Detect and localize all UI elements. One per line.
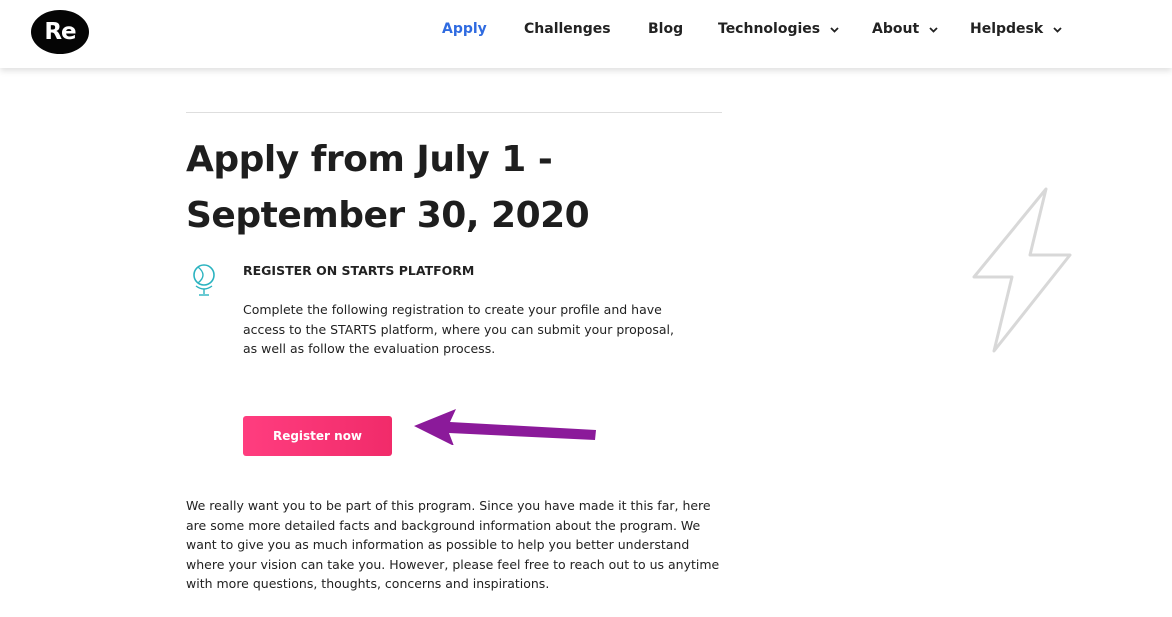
top-navbar: Re Apply Challenges Blog Technologies Ab…: [0, 0, 1172, 68]
nav-about[interactable]: About: [872, 21, 938, 41]
nav-apply[interactable]: Apply: [442, 21, 487, 41]
lightning-bolt-icon: [972, 187, 1072, 353]
section-divider: [186, 112, 722, 113]
title-line-1: Apply from July 1 -: [186, 139, 553, 180]
globe-icon: [193, 264, 215, 296]
nav-label: Challenges: [524, 21, 611, 37]
annotation-arrow-icon: [414, 409, 596, 445]
section-heading: REGISTER ON STARTS PLATFORM: [243, 263, 475, 278]
chevron-down-icon: [929, 27, 938, 33]
nav-helpdesk[interactable]: Helpdesk: [970, 21, 1062, 41]
title-line-2: September 30, 2020: [186, 195, 590, 236]
nav-label: Technologies: [718, 21, 821, 37]
program-intro-text: We really want you to be part of this pr…: [186, 498, 720, 592]
site-logo[interactable]: Re: [31, 10, 89, 54]
chevron-down-icon: [830, 27, 839, 33]
nav-label: Apply: [442, 21, 487, 37]
nav-label: About: [872, 21, 920, 37]
nav-challenges[interactable]: Challenges: [524, 21, 611, 41]
nav-label: Helpdesk: [970, 21, 1044, 37]
section-description: Complete the following registration to c…: [243, 302, 674, 356]
page-title: Apply from July 1 - September 30, 2020: [186, 132, 746, 244]
nav-label: Blog: [648, 21, 684, 37]
nav-blog[interactable]: Blog: [648, 21, 683, 41]
register-now-button[interactable]: Register now: [243, 416, 392, 456]
nav-technologies[interactable]: Technologies: [718, 21, 839, 41]
logo-text: Re: [44, 19, 76, 45]
chevron-down-icon: [1053, 27, 1062, 33]
